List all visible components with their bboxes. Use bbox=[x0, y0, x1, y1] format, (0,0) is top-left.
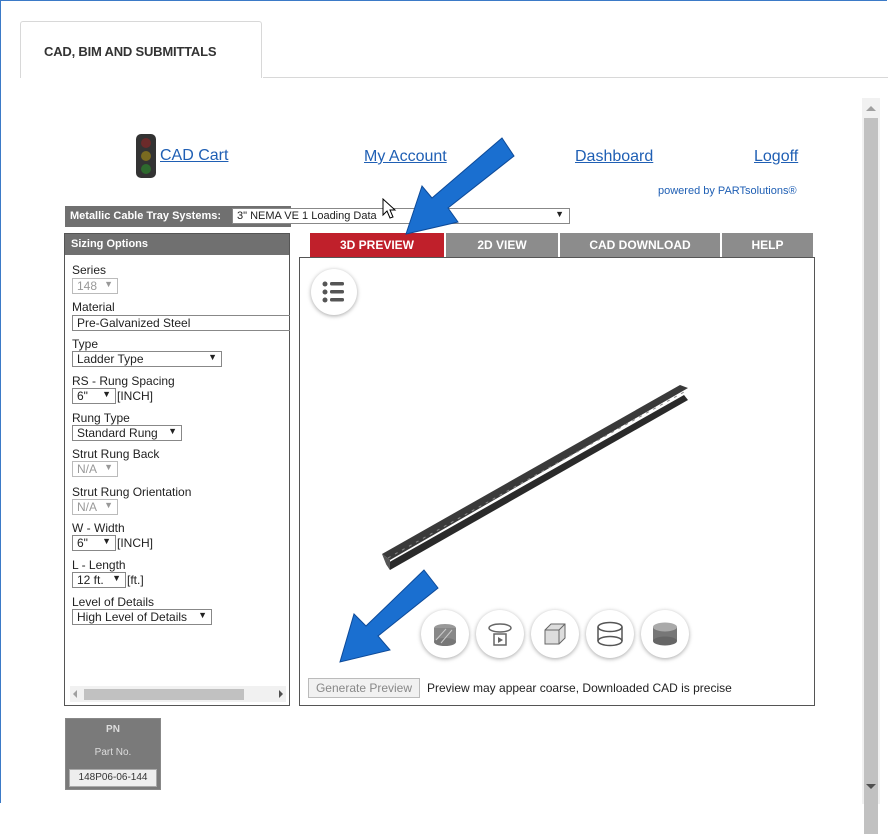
rotate-animation-button[interactable] bbox=[476, 610, 524, 658]
rung-type-value: Standard Rung bbox=[77, 426, 158, 440]
solid-view-button[interactable] bbox=[641, 610, 689, 658]
rung-spacing-value: 6" bbox=[77, 389, 88, 403]
horizontal-scrollbar[interactable] bbox=[70, 686, 286, 702]
length-unit: [ft.] bbox=[127, 573, 144, 587]
material-value: Pre-Galvanized Steel bbox=[77, 316, 191, 330]
type-value: Ladder Type bbox=[77, 352, 144, 366]
tab-cad-download[interactable]: CAD DOWNLOAD bbox=[560, 233, 720, 257]
system-select-value: 3" NEMA VE 1 Loading Data bbox=[237, 210, 377, 222]
chevron-down-icon: ▼ bbox=[102, 536, 111, 546]
scroll-left-icon[interactable] bbox=[73, 690, 77, 698]
strut-rung-orientation-select[interactable]: N/A ▼ bbox=[72, 499, 118, 515]
my-account-link[interactable]: My Account bbox=[364, 148, 447, 166]
cable-tray-model bbox=[382, 385, 688, 570]
tab-bar-line bbox=[263, 77, 888, 78]
width-value: 6" bbox=[77, 536, 88, 550]
horizontal-scrollbar-thumb[interactable] bbox=[84, 689, 244, 700]
rung-spacing-select[interactable]: 6" ▼ bbox=[72, 388, 116, 404]
type-select[interactable]: Ladder Type ▼ bbox=[72, 351, 222, 367]
system-select[interactable]: 3" NEMA VE 1 Loading Data ▼ bbox=[232, 208, 570, 224]
chevron-down-icon: ▼ bbox=[104, 462, 113, 472]
wireframe-view-button[interactable] bbox=[531, 610, 579, 658]
rotate-play-icon bbox=[488, 623, 512, 646]
length-label: L - Length bbox=[72, 558, 126, 572]
series-label: Series bbox=[72, 263, 107, 277]
logoff-link[interactable]: Logoff bbox=[754, 148, 798, 166]
part-number-value[interactable]: 148P06-06-144 bbox=[69, 769, 157, 787]
width-select[interactable]: 6" ▼ bbox=[72, 535, 116, 551]
length-value: 12 ft. bbox=[77, 573, 104, 587]
length-select[interactable]: 12 ft. ▼ bbox=[72, 572, 126, 588]
outline-view-button[interactable] bbox=[586, 610, 634, 658]
chevron-down-icon: ▼ bbox=[102, 389, 111, 399]
part-number-box: PN Part No. 148P06-06-144 bbox=[65, 718, 161, 790]
pn-subheader: Part No. bbox=[94, 747, 132, 758]
scroll-right-icon[interactable] bbox=[279, 690, 283, 698]
pn-header: PN bbox=[106, 724, 120, 735]
menu-button[interactable] bbox=[311, 269, 357, 315]
material-label: Material bbox=[72, 300, 115, 314]
material-field[interactable]: Pre-Galvanized Steel bbox=[72, 315, 290, 331]
solid-cylinder-icon bbox=[653, 622, 677, 646]
level-of-details-label: Level of Details bbox=[72, 595, 155, 609]
dashboard-link[interactable]: Dashboard bbox=[575, 148, 653, 166]
chevron-down-icon: ▼ bbox=[112, 573, 121, 583]
shaded-hatch-view-button[interactable] bbox=[421, 610, 469, 658]
sizing-options-panel: Sizing Options Series 148 ▼ Material Pre-… bbox=[64, 233, 290, 706]
series-value: 148 bbox=[77, 279, 98, 293]
traffic-light-icon bbox=[136, 134, 156, 178]
tab-cad-bim-submittals[interactable]: CAD, BIM AND SUBMITTALS bbox=[20, 21, 262, 78]
cad-cart-link[interactable]: CAD Cart bbox=[160, 147, 228, 165]
strut-rung-back-value: N/A bbox=[77, 462, 98, 476]
preview-viewer[interactable]: Generate Preview Preview may appear coar… bbox=[299, 257, 815, 706]
width-label: W - Width bbox=[72, 521, 125, 535]
rung-type-select[interactable]: Standard Rung ▼ bbox=[72, 425, 182, 441]
chevron-down-icon: ▼ bbox=[168, 426, 177, 436]
strut-rung-orientation-label: Strut Rung Orientation bbox=[72, 485, 192, 499]
outline-cylinder-icon bbox=[597, 621, 623, 647]
strut-rung-orientation-value: N/A bbox=[77, 500, 98, 514]
sizing-options-title: Sizing Options bbox=[71, 238, 148, 250]
system-label: Metallic Cable Tray Systems: bbox=[70, 210, 222, 222]
powered-by-text: powered by PARTsolutions® bbox=[658, 185, 797, 197]
tab-2d-view[interactable]: 2D VIEW bbox=[446, 233, 558, 257]
rung-type-label: Rung Type bbox=[72, 411, 130, 425]
strut-rung-back-label: Strut Rung Back bbox=[72, 447, 160, 461]
sizing-options-header: Sizing Options bbox=[65, 234, 289, 255]
tab-3d-preview[interactable]: 3D PREVIEW bbox=[310, 233, 444, 257]
chevron-down-icon: ▼ bbox=[104, 279, 113, 289]
level-of-details-select[interactable]: High Level of Details ▼ bbox=[72, 609, 212, 625]
scroll-down-icon[interactable] bbox=[866, 784, 876, 789]
hatched-cylinder-icon bbox=[434, 624, 456, 646]
chevron-down-icon: ▼ bbox=[198, 610, 207, 620]
mouse-cursor-icon bbox=[382, 198, 397, 219]
rung-spacing-unit: [INCH] bbox=[117, 389, 153, 403]
tab-label: CAD, BIM AND SUBMITTALS bbox=[44, 44, 217, 59]
list-menu-icon bbox=[322, 281, 344, 303]
width-unit: [INCH] bbox=[117, 536, 153, 550]
level-of-details-value: High Level of Details bbox=[77, 610, 188, 624]
type-label: Type bbox=[72, 337, 99, 351]
vertical-scrollbar[interactable] bbox=[862, 98, 880, 834]
preview-note: Preview may appear coarse, Downloaded CA… bbox=[427, 681, 732, 695]
scroll-up-icon[interactable] bbox=[866, 106, 876, 111]
chevron-down-icon: ▼ bbox=[555, 209, 564, 219]
chevron-down-icon: ▼ bbox=[208, 352, 217, 362]
series-select[interactable]: 148 ▼ bbox=[72, 278, 118, 294]
tab-help[interactable]: HELP bbox=[722, 233, 813, 257]
scrollbar-thumb[interactable] bbox=[864, 118, 878, 834]
rung-spacing-label: RS - Rung Spacing bbox=[72, 374, 175, 388]
chevron-down-icon: ▼ bbox=[104, 500, 113, 510]
generate-preview-button[interactable]: Generate Preview bbox=[308, 678, 420, 698]
strut-rung-back-select[interactable]: N/A ▼ bbox=[72, 461, 118, 477]
wireframe-cube-icon bbox=[544, 623, 566, 645]
